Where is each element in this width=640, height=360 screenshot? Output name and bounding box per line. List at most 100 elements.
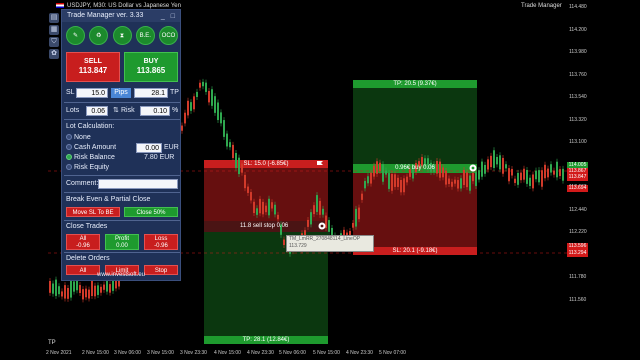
- chart-icon[interactable]: ▦: [49, 25, 59, 35]
- candle-body: [511, 168, 513, 176]
- sl-input[interactable]: 15.0: [76, 88, 108, 98]
- candle-body: [457, 180, 459, 189]
- lot-calc-header: Lot Calculation:: [66, 123, 115, 130]
- close-all-value: -0.96: [76, 243, 90, 249]
- candle-body: [256, 208, 258, 215]
- breakeven-icon[interactable]: B.E.: [135, 26, 155, 45]
- time-axis-tick: 4 Nov 23:30: [247, 350, 274, 356]
- sell-button[interactable]: SELL 113.847: [66, 52, 120, 82]
- candle-body: [253, 201, 255, 214]
- candle-body: [400, 180, 402, 193]
- comment-input[interactable]: [98, 179, 178, 189]
- buy-button[interactable]: BUY 113.865: [124, 52, 178, 82]
- tp-input[interactable]: 28.1: [134, 88, 168, 98]
- candle-body: [538, 170, 540, 183]
- candle-body: [52, 283, 54, 294]
- candle-body: [64, 285, 66, 299]
- radio-cash-amount[interactable]: Cash Amount: [66, 143, 116, 153]
- close-all-label: All: [79, 236, 87, 242]
- candle-body: [268, 198, 270, 216]
- move-sl-to-be-button[interactable]: Move SL To BE: [66, 207, 120, 217]
- sell-label: SELL: [84, 58, 102, 65]
- pips-toggle[interactable]: Pips: [111, 88, 131, 98]
- price-tag: 113.294: [567, 250, 588, 257]
- lots-spinner[interactable]: ⇅: [113, 105, 119, 117]
- tp-right-label[interactable]: TP: 20.5 (9.37€): [353, 81, 477, 87]
- buy-label: BUY: [143, 58, 159, 65]
- candle-body: [499, 155, 501, 170]
- candle-body: [397, 177, 399, 187]
- close-loss-button[interactable]: Loss -0.96: [144, 234, 178, 250]
- candle-body: [76, 280, 78, 291]
- candle-body: [199, 82, 201, 88]
- candle-body: [481, 161, 483, 177]
- candle-body: [520, 172, 522, 181]
- candle-body: [559, 169, 561, 177]
- candle-body: [103, 284, 105, 290]
- candle-body: [70, 280, 72, 298]
- candle-body: [322, 208, 324, 215]
- candle-body: [556, 161, 558, 178]
- candle-body: [529, 177, 531, 186]
- usa-flag-icon: [56, 3, 64, 8]
- recycle-icon[interactable]: ♻: [89, 26, 109, 45]
- buy-line-label[interactable]: 0.96€ buy 0.06: [353, 165, 477, 171]
- candle-body: [553, 170, 555, 175]
- time-axis-tick: 5 Nov 06:00: [279, 350, 306, 356]
- close-profit-button[interactable]: Profit 0.00: [105, 234, 139, 250]
- panel-title[interactable]: Trade Manager ver. 3.33 _ □: [62, 10, 180, 22]
- candle-body: [484, 164, 486, 174]
- risk-unit: %: [172, 107, 179, 114]
- candle-body: [247, 186, 249, 193]
- candle-body: [226, 133, 228, 147]
- candle-body: [262, 201, 264, 215]
- lots-label: Lots: [66, 107, 80, 114]
- tp-left-label[interactable]: TP: 28.1 (12.84€): [204, 337, 328, 343]
- candle-body: [460, 178, 462, 189]
- radio-risk-balance[interactable]: Risk Balance: [66, 153, 115, 163]
- candle-body: [67, 287, 69, 299]
- price-tag: 113.847: [567, 174, 588, 181]
- price-axis-tick: 112.220: [569, 229, 587, 235]
- candle-body: [214, 96, 216, 113]
- sell-stop-label[interactable]: 11.8 sell stop 0.06: [204, 223, 328, 229]
- close-all-button[interactable]: All -0.96: [66, 234, 100, 250]
- settings-icon[interactable]: ✿: [49, 49, 59, 59]
- lots-input[interactable]: 0.06: [86, 106, 108, 116]
- candle-body: [463, 169, 465, 185]
- candle-body: [496, 156, 498, 165]
- price-axis-tick: 114.480: [569, 4, 587, 10]
- candle-body: [187, 100, 189, 116]
- candle-body: [85, 288, 87, 298]
- tool-icon-row: ✎ ♻ ⧗ B.E. OCO: [66, 26, 178, 48]
- radio-none[interactable]: None: [66, 133, 91, 143]
- time-axis-tick: 3 Nov 15:00: [147, 350, 174, 356]
- radio-risk-equity[interactable]: Risk Equity: [66, 163, 109, 173]
- price-axis-tick: 113.540: [569, 94, 587, 100]
- candle-body: [79, 285, 81, 293]
- shield-icon[interactable]: ⛉: [49, 37, 59, 47]
- break-even-header: Break Even & Partial Close: [66, 196, 151, 203]
- oco-icon[interactable]: OCO: [159, 26, 178, 45]
- risk-input[interactable]: 0.10: [140, 106, 170, 116]
- candle-body: [358, 207, 360, 220]
- candle-body: [508, 168, 510, 182]
- candle-body: [283, 239, 285, 245]
- candle-body: [478, 170, 480, 180]
- candle-body: [367, 176, 369, 184]
- book-icon[interactable]: ▤: [49, 13, 59, 23]
- time-axis-tick: 5 Nov 07:00: [379, 350, 406, 356]
- hourglass-icon[interactable]: ⧗: [112, 26, 132, 45]
- price-axis-tick: 112.440: [569, 206, 587, 213]
- footer-link[interactable]: www.investsoft.eu: [62, 272, 180, 278]
- candle-body: [514, 178, 516, 183]
- candle-body: [385, 170, 387, 175]
- close-50-button[interactable]: Close 50%: [124, 207, 178, 217]
- window-controls[interactable]: _ □: [161, 11, 177, 23]
- pencil-icon[interactable]: ✎: [66, 26, 85, 45]
- price-axis-tick: 113.980: [569, 49, 587, 55]
- tooltip-line-name: TM_LmRR_270848114_LineOP: [289, 236, 361, 242]
- candle-body: [232, 144, 234, 159]
- candle-body: [94, 285, 96, 297]
- sl-left-label[interactable]: SL: 15.0 (-6.85€): [204, 161, 328, 167]
